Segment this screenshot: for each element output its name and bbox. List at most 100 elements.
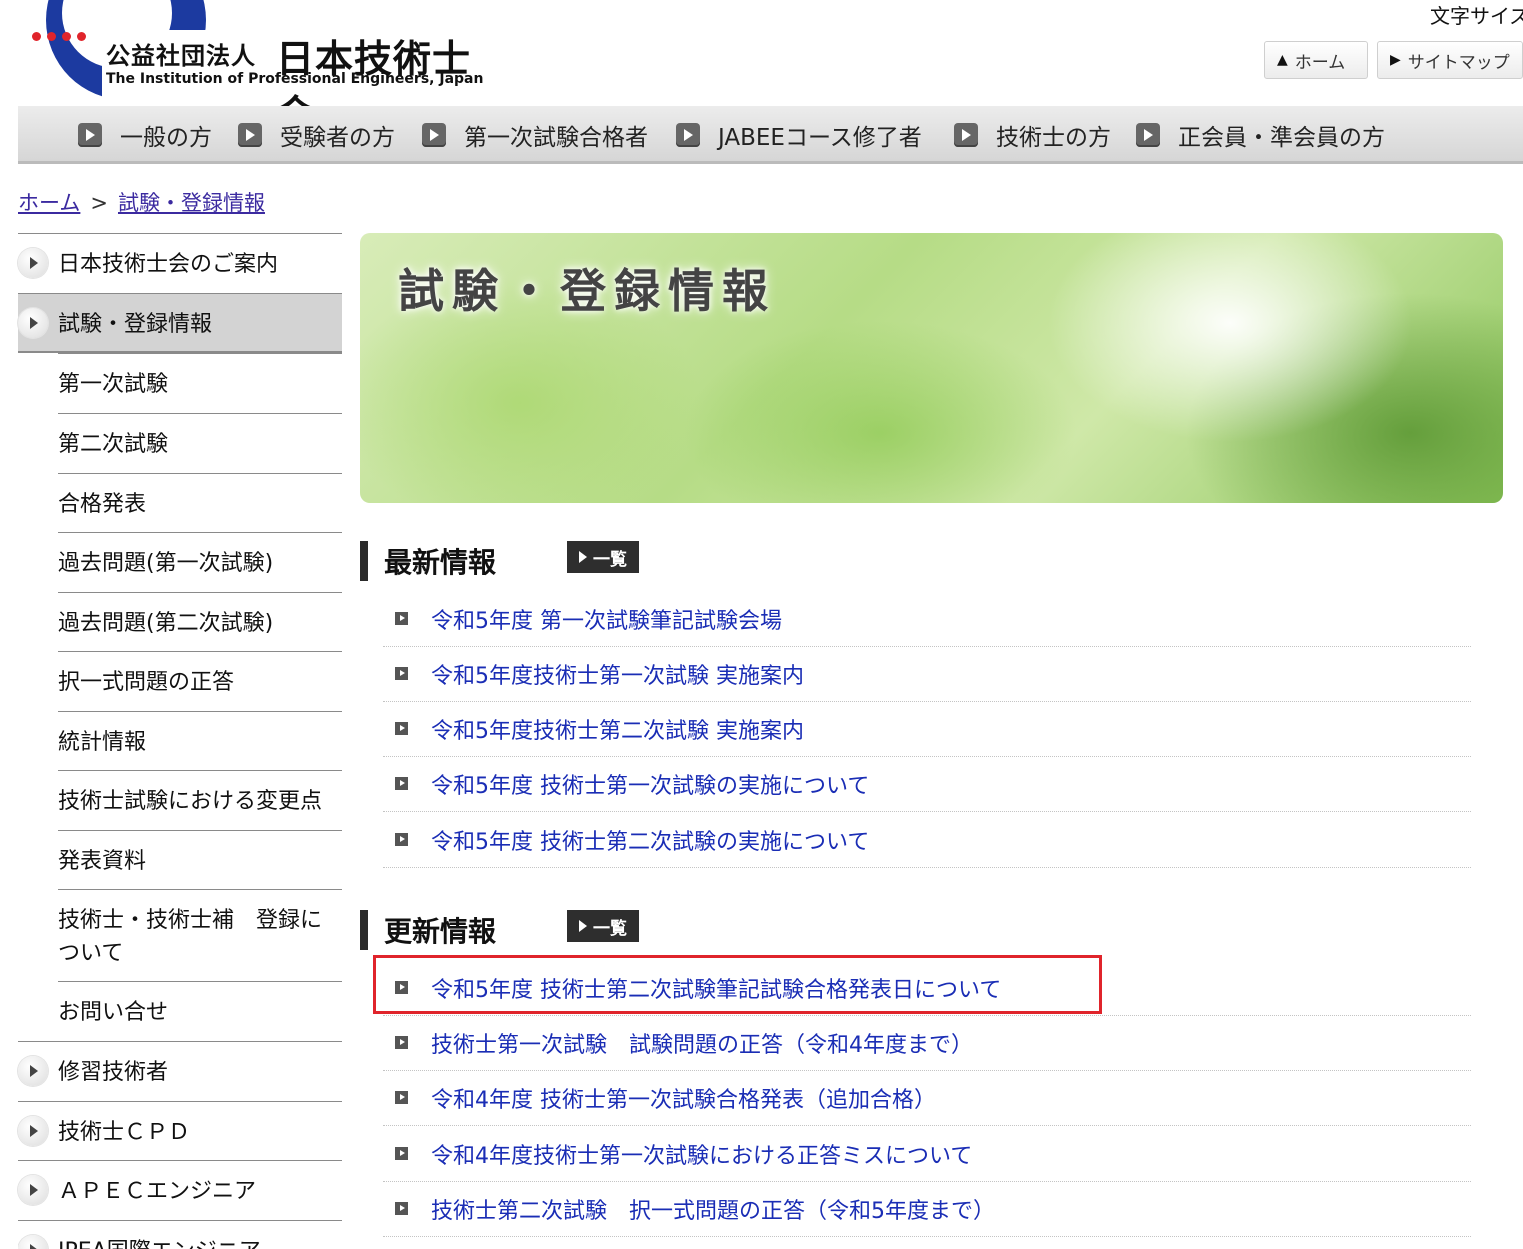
update-link[interactable]: 技術士第一次試験 試験問題の正答（令和4年度まで） (431, 1027, 973, 1059)
news-link[interactable]: 令和5年度技術士第二次試験 実施案内 (431, 713, 804, 745)
sidebar-item-label: ＡＰＥＣエンジニア (58, 1179, 257, 1204)
nav-item-members[interactable]: 正会員・準会員の方 (1136, 118, 1385, 152)
site-header: 公益社団法人 日本技術士会 The Institution of Profess… (0, 0, 1523, 136)
latest-news-title: 最新情報 (384, 546, 497, 579)
play-icon (1136, 123, 1160, 147)
sidebar-subitem-past-second[interactable]: 過去問題(第二次試験) (58, 592, 342, 651)
sidebar-item-label: 日本技術士会のご案内 (58, 252, 279, 277)
sidebar-subitem-results[interactable]: 合格発表 (58, 473, 342, 532)
news-link[interactable]: 令和5年度技術士第一次試験 実施案内 (431, 658, 804, 690)
bullet-icon (395, 777, 408, 790)
highlight-box (373, 955, 1102, 1014)
update-item: 技術士第一次試験 試験問題の正答（令和4年度まで） (383, 1016, 1471, 1071)
news-item: 令和5年度 第一次試験筆記試験会場 (383, 592, 1471, 647)
bullet-icon (395, 667, 408, 680)
nav-item-label: JABEEコース修了者 (718, 125, 922, 151)
news-link[interactable]: 令和5年度 第一次試験筆記試験会場 (431, 603, 782, 635)
news-item: 令和5年度技術士第二次試験 実施案内 (383, 702, 1471, 757)
news-link[interactable]: 令和5年度 技術士第二次試験の実施について (431, 824, 869, 856)
arrow-right-icon (18, 1116, 48, 1146)
sidebar-item-label: 技術士ＣＰＤ (58, 1120, 191, 1145)
breadcrumb-home-link[interactable]: ホーム (18, 191, 80, 215)
logo-dot-icon (32, 32, 41, 41)
sidebar-item-label: 過去問題(第一次試験) (58, 551, 274, 576)
logo-dot-icon (62, 32, 71, 41)
sidebar-item-trainees[interactable]: 修習技術者 (18, 1041, 342, 1101)
sidebar-subitem-changes[interactable]: 技術士試験における変更点 (58, 770, 342, 830)
nav-item-jabee[interactable]: JABEEコース修了者 (676, 118, 922, 152)
home-button-label: ホーム (1294, 52, 1346, 73)
page-banner: 試験・登録情報 (360, 233, 1503, 503)
sidebar-subitem-contact[interactable]: お問い合せ (58, 981, 342, 1041)
sidebar-item-label: IPEA国際エンジニア (58, 1235, 261, 1249)
bullet-icon (395, 833, 408, 846)
update-link[interactable]: 令和4年度技術士第一次試験における正答ミスについて (431, 1138, 972, 1170)
site-logo[interactable]: 公益社団法人 日本技術士会 The Institution of Profess… (26, 0, 522, 136)
sidebar-item-cpd[interactable]: 技術士ＣＰＤ (18, 1101, 342, 1160)
list-button-label: 一覧 (593, 549, 627, 570)
sidebar-item-label: 過去問題(第二次試験) (58, 611, 274, 636)
arrow-right-icon (18, 1175, 48, 1205)
nav-item-label: 技術士の方 (996, 125, 1111, 151)
news-link[interactable]: 令和5年度 技術士第一次試験の実施について (431, 768, 869, 800)
bullet-icon (395, 1202, 408, 1215)
bullet-icon (395, 1147, 408, 1160)
nav-item-label: 一般の方 (120, 125, 212, 151)
sidebar-subitem-registration[interactable]: 技術士・技術士補 登録について (58, 889, 342, 981)
updates-list-button[interactable]: 一覧 (567, 910, 639, 942)
update-link[interactable]: 技術士第二次試験 択一式問題の正答（令和5年度まで） (431, 1193, 995, 1225)
sidebar-subitem-first-exam[interactable]: 第一次試験 (58, 353, 342, 413)
play-icon (954, 123, 978, 147)
latest-list-button[interactable]: 一覧 (567, 541, 639, 573)
arrow-right-icon (18, 248, 48, 278)
play-icon (78, 123, 102, 147)
sidebar-subitem-statistics[interactable]: 統計情報 (58, 711, 342, 770)
nav-item-label: 第一次試験合格者 (464, 125, 648, 151)
sidebar-subitem-second-exam[interactable]: 第二次試験 (58, 413, 342, 473)
update-item: 技術士第二次試験 択一式問題の正答（令和5年度まで） (383, 1182, 1471, 1237)
latest-news-heading: 最新情報 一覧 (360, 541, 639, 581)
sidebar-subitem-documents[interactable]: 発表資料 (58, 830, 342, 889)
logo-dot-icon (77, 32, 86, 41)
breadcrumb-current-link[interactable]: 試験・登録情報 (118, 191, 265, 215)
arrow-right-icon (18, 1235, 48, 1249)
sitemap-button[interactable]: ▶ サイトマップ (1377, 41, 1523, 79)
logo-org-name-en: The Institution of Professional Engineer… (106, 71, 484, 87)
sidebar-subitem-past-first[interactable]: 過去問題(第一次試験) (58, 532, 342, 592)
nav-item-label: 受験者の方 (280, 125, 395, 151)
nav-item-label: 正会員・準会員の方 (1178, 125, 1385, 151)
news-item: 令和5年度 技術士第一次試験の実施について (383, 757, 1471, 812)
sidebar-item-label: 合格発表 (58, 492, 147, 517)
nav-item-examinee[interactable]: 受験者の方 (238, 118, 395, 152)
sidebar-subitem-answers[interactable]: 択一式問題の正答 (58, 651, 342, 711)
play-icon (422, 123, 446, 147)
logo-org-type: 公益社団法人 (106, 42, 256, 70)
sidebar-item-label: 発表資料 (58, 849, 147, 874)
update-link[interactable]: 令和4年度 技術士第一次試験合格発表（追加合格） (431, 1082, 936, 1114)
sidebar-item-exam-registration[interactable]: 試験・登録情報 (18, 293, 342, 353)
updates-title: 更新情報 (384, 915, 497, 948)
sidebar-item-label: 第二次試験 (58, 432, 169, 457)
nav-item-first-exam-passers[interactable]: 第一次試験合格者 (422, 118, 648, 152)
sidebar-item-label: 修習技術者 (58, 1060, 169, 1085)
bullet-icon (395, 612, 408, 625)
home-button[interactable]: ▲ ホーム (1264, 41, 1368, 79)
play-icon (579, 920, 587, 932)
nav-item-general[interactable]: 一般の方 (78, 118, 212, 152)
play-icon (676, 123, 700, 147)
news-item: 令和5年度技術士第一次試験 実施案内 (383, 647, 1471, 702)
sitemap-button-label: サイトマップ (1407, 52, 1510, 73)
bullet-icon (395, 1036, 408, 1049)
sidebar-item-apec[interactable]: ＡＰＥＣエンジニア (18, 1160, 342, 1220)
sidebar-item-label: 択一式問題の正答 (58, 670, 235, 695)
nav-item-engineers[interactable]: 技術士の方 (954, 118, 1111, 152)
sidebar-item-about[interactable]: 日本技術士会のご案内 (18, 233, 342, 293)
breadcrumb-separator: > (90, 191, 108, 215)
arrow-right-icon (18, 308, 48, 338)
play-icon (579, 551, 587, 563)
home-icon: ▲ (1277, 52, 1288, 68)
bullet-icon (395, 722, 408, 735)
sidebar-item-label: 技術士・技術士補 登録について (58, 908, 323, 966)
play-icon (238, 123, 262, 147)
sidebar-item-ipea[interactable]: IPEA国際エンジニア (18, 1220, 342, 1249)
